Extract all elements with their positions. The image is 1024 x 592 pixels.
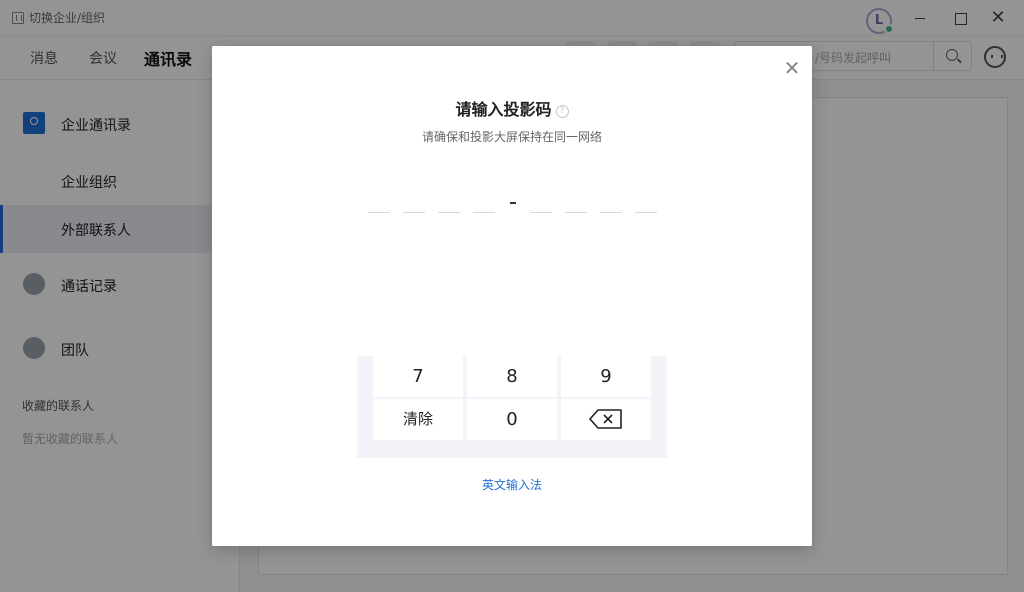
clear-button[interactable]: 清除 [373,399,463,440]
numeric-keypad: 7 8 9 清除 0 [357,356,667,458]
code-input[interactable] [368,196,658,216]
dialog-title: 请输入投影码? [212,96,812,120]
backspace-icon [589,409,622,429]
code-slot [473,212,495,213]
help-icon[interactable]: ? [555,105,569,118]
code-slot [635,212,657,213]
code-slot [600,212,622,213]
key-7[interactable]: 7 [373,356,463,397]
code-slot [438,212,460,213]
close-icon[interactable]: ✕ [780,56,804,80]
code-slot [368,212,390,213]
key-0[interactable]: 0 [467,399,557,440]
projection-code-dialog: ✕ 请输入投影码? 请确保和投影大屏保持在同一网络 7 8 9 清除 0 英文输… [212,46,812,546]
code-slot [565,212,587,213]
code-slot [403,212,425,213]
key-8[interactable]: 8 [467,356,557,397]
dialog-subtitle: 请确保和投影大屏保持在同一网络 [421,130,602,144]
english-ime-link[interactable]: 英文输入法 [212,476,812,493]
key-9[interactable]: 9 [561,356,651,397]
backspace-button[interactable] [561,399,651,440]
code-separator [510,202,516,204]
code-slot [530,212,552,213]
